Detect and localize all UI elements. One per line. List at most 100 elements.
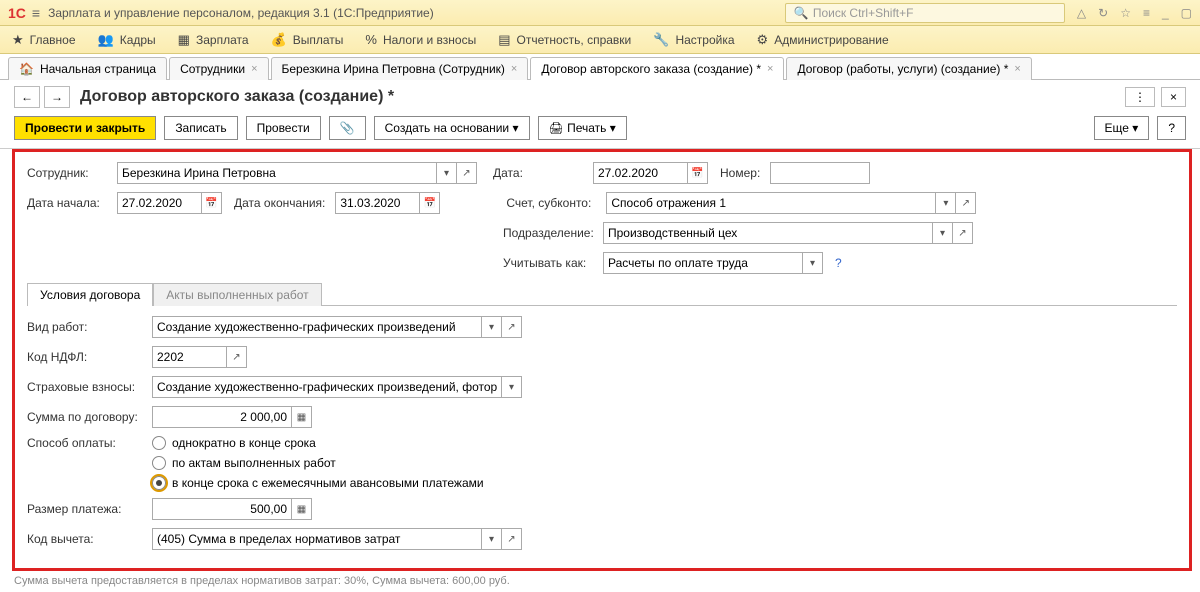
calculator-icon[interactable]	[292, 406, 312, 428]
open-icon[interactable]	[227, 346, 247, 368]
bell-icon[interactable]: △	[1077, 6, 1086, 20]
history-icon[interactable]: ↻	[1098, 6, 1108, 20]
menu-icon[interactable]: ≡	[1143, 6, 1150, 20]
print-button[interactable]: 🖨 Печать ▾	[538, 116, 627, 140]
menu-salary[interactable]: ▦Зарплата	[178, 32, 249, 48]
tab-employees[interactable]: Сотрудники×	[169, 57, 268, 80]
ndfl-field[interactable]	[152, 346, 227, 368]
ndfl-label: Код НДФЛ:	[27, 350, 142, 364]
gear-icon: ⚙	[757, 32, 769, 48]
ded-field[interactable]	[152, 528, 482, 550]
grid-icon: ▦	[178, 32, 190, 48]
minimize-icon[interactable]: _	[1162, 6, 1169, 20]
menu-taxes[interactable]: %Налоги и взносы	[365, 32, 476, 47]
radio-once[interactable]: однократно в конце срока	[152, 436, 484, 450]
close-icon[interactable]: ×	[511, 63, 517, 75]
ins-label: Страховые взносы:	[27, 380, 142, 394]
close-icon[interactable]: ×	[1014, 63, 1020, 75]
footer-note: Сумма вычета предоставляется в пределах …	[0, 571, 1200, 591]
doc-icon: ▤	[498, 32, 510, 48]
work-type-field[interactable]	[152, 316, 482, 338]
calendar-icon[interactable]	[202, 192, 222, 214]
start-label: Дата начала:	[27, 196, 107, 210]
open-icon[interactable]	[502, 528, 522, 550]
attach-button[interactable]: 📎	[329, 116, 366, 140]
menu-admin[interactable]: ⚙Администрирование	[757, 32, 889, 48]
tab-employee[interactable]: Березкина Ирина Петровна (Сотрудник)×	[271, 57, 529, 80]
nav-back[interactable]: ←	[14, 86, 40, 108]
menu-hr[interactable]: 👥Кадры	[98, 32, 156, 48]
help-icon[interactable]: ?	[835, 256, 842, 270]
open-icon[interactable]	[956, 192, 976, 214]
dropdown-icon[interactable]	[482, 316, 502, 338]
dept-field[interactable]	[603, 222, 933, 244]
home-icon: 🏠	[19, 62, 34, 76]
number-field[interactable]	[770, 162, 870, 184]
sum-label: Сумма по договору:	[27, 410, 142, 424]
app-logo: 1C	[8, 5, 26, 21]
app-title: Зарплата и управление персоналом, редакц…	[48, 6, 785, 20]
post-close-button[interactable]: Провести и закрыть	[14, 116, 156, 140]
more-button[interactable]: Еще ▾	[1094, 116, 1150, 140]
pay-method-label: Способ оплаты:	[27, 436, 142, 450]
close-icon[interactable]: ×	[251, 63, 257, 75]
radio-icon	[152, 456, 166, 470]
menu-payments[interactable]: 💰Выплаты	[271, 32, 344, 48]
work-type-label: Вид работ:	[27, 320, 142, 334]
open-icon[interactable]	[502, 316, 522, 338]
open-icon[interactable]	[953, 222, 973, 244]
star-icon[interactable]: ☆	[1120, 6, 1131, 20]
ins-field[interactable]	[152, 376, 502, 398]
date-field[interactable]	[593, 162, 688, 184]
window-icon[interactable]: ▢	[1181, 6, 1192, 20]
date-label: Дата:	[493, 166, 533, 180]
menu-settings[interactable]: 🔧Настройка	[653, 32, 734, 48]
dropdown-icon[interactable]	[502, 376, 522, 398]
search-input[interactable]: 🔍 Поиск Ctrl+Shift+F	[785, 3, 1065, 23]
sum-field[interactable]	[152, 406, 292, 428]
close-icon[interactable]: ×	[767, 63, 773, 75]
subtab-acts[interactable]: Акты выполненных работ	[153, 283, 321, 306]
calendar-icon[interactable]	[420, 192, 440, 214]
dept-label: Подразделение:	[503, 226, 593, 240]
ded-label: Код вычета:	[27, 532, 142, 546]
employee-field[interactable]	[117, 162, 437, 184]
kebab-icon[interactable]: ⋮	[1125, 87, 1155, 107]
dropdown-icon[interactable]	[933, 222, 953, 244]
calculator-icon[interactable]	[292, 498, 312, 520]
end-field[interactable]	[335, 192, 420, 214]
help-button[interactable]: ?	[1157, 116, 1186, 140]
account-field[interactable]	[606, 192, 936, 214]
wrench-icon: 🔧	[653, 32, 669, 48]
dropdown-icon[interactable]	[803, 252, 823, 274]
create-based-button[interactable]: Создать на основании ▾	[374, 116, 530, 140]
radio-icon	[152, 476, 166, 490]
close-page[interactable]: ×	[1161, 87, 1186, 107]
tab-work-contract[interactable]: Договор (работы, услуги) (создание) *×	[786, 57, 1031, 80]
post-button[interactable]: Провести	[246, 116, 321, 140]
menu-main[interactable]: ★Главное	[12, 32, 76, 48]
dropdown-icon[interactable]	[482, 528, 502, 550]
percent-icon: %	[365, 32, 377, 47]
subtab-conditions[interactable]: Условия договора	[27, 283, 153, 306]
calendar-icon[interactable]	[688, 162, 708, 184]
pay-size-label: Размер платежа:	[27, 502, 142, 516]
tab-author-contract[interactable]: Договор авторского заказа (создание) *×	[530, 57, 784, 80]
save-button[interactable]: Записать	[164, 116, 237, 140]
people-icon: 👥	[98, 32, 114, 48]
radio-acts[interactable]: по актам выполненных работ	[152, 456, 484, 470]
dropdown-icon[interactable]	[437, 162, 457, 184]
radio-monthly[interactable]: в конце срока с ежемесячными авансовыми …	[152, 476, 484, 490]
menu-reports[interactable]: ▤Отчетность, справки	[498, 32, 631, 48]
tab-home[interactable]: 🏠Начальная страница	[8, 57, 167, 80]
account-label: Счет, субконто:	[506, 196, 596, 210]
start-field[interactable]	[117, 192, 202, 214]
radio-icon	[152, 436, 166, 450]
nav-fwd[interactable]: →	[44, 86, 70, 108]
consider-field[interactable]	[603, 252, 803, 274]
open-icon[interactable]	[457, 162, 477, 184]
dropdown-icon[interactable]	[936, 192, 956, 214]
hamburger-icon[interactable]: ≡	[32, 5, 40, 21]
pay-size-field[interactable]	[152, 498, 292, 520]
number-label: Номер:	[720, 166, 760, 180]
